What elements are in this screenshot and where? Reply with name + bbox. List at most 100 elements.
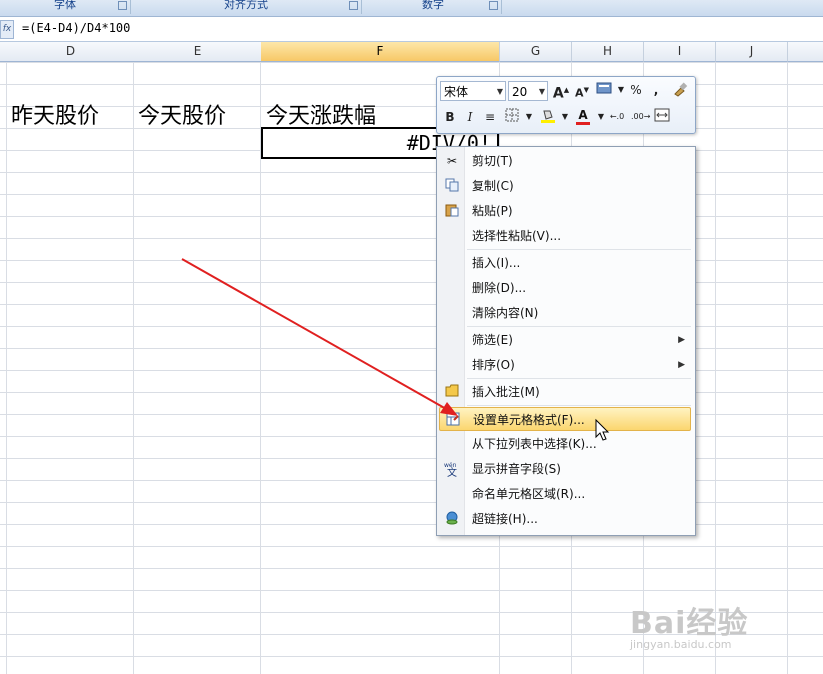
menu-item-hyperlink[interactable]: 超链接(H)... [439,507,691,531]
column-header-e[interactable]: E [134,42,262,62]
menu-item-sort-label: 排序(O) [472,358,515,372]
comment-icon [444,384,460,400]
comma-style-button[interactable]: , [647,81,665,99]
menu-item-clear-contents[interactable]: 清除内容(N) [439,301,691,325]
copy-icon [444,178,460,194]
scissors-icon: ✂ [446,154,458,168]
svg-text:文: 文 [447,466,457,477]
borders-icon[interactable] [503,108,521,126]
grid-line [133,62,134,674]
column-header-i[interactable]: I [644,42,716,62]
font-name-combo[interactable]: 宋体 ▼ [440,81,506,101]
ribbon-group-number-label: 数字 [422,0,444,11]
dialog-launcher-icon[interactable] [489,1,498,10]
dialog-launcher-icon[interactable] [118,1,127,10]
shrink-font-label: A [575,86,584,100]
font-size-value: 20 [512,85,528,99]
menu-item-show-phonetic[interactable]: wén 文 显示拼音字段(S) [439,457,691,481]
mini-toolbar: 宋体 ▼ 20 ▼ A▲ A▼ ▼ % , B I ≡ ▼ ▼ A ▼ ←.0 … [436,76,696,134]
format-painter-button[interactable] [671,81,689,99]
menu-item-copy[interactable]: 复制(C) [439,174,691,198]
ribbon-group-alignment-label: 对齐方式 [224,0,268,11]
menu-separator [467,378,691,379]
menu-item-copy-label: 复制(C) [472,179,514,193]
center-align-icon[interactable]: ≡ [481,108,499,126]
increase-decimal-button[interactable]: ←.0 [608,108,626,126]
menu-item-paste-label: 粘贴(P) [472,204,513,218]
cell-d3[interactable]: 昨天股价 [11,98,99,130]
increase-decimal-label: .0 [616,112,625,121]
baidu-watermark: Bai经验 jingyan.baidu.com [630,598,810,658]
menu-separator [467,405,691,406]
font-color-swatch [576,122,590,125]
ribbon-group-font-label: 字体 [54,0,76,11]
menu-item-insert-comment-label: 插入批注(M) [472,385,540,399]
chevron-down-icon[interactable]: ▼ [520,108,538,126]
chevron-down-icon[interactable]: ▼ [556,108,574,126]
shrink-font-button[interactable]: A▼ [573,81,591,100]
menu-item-define-name[interactable]: 命名单元格区域(R)... [439,482,691,506]
column-header-d[interactable]: D [7,42,135,62]
font-color-label: A [578,108,588,122]
bold-button[interactable]: B [441,108,459,126]
menu-item-filter-label: 筛选(E) [472,333,513,347]
grid-line [787,62,788,674]
menu-item-delete-label: 删除(D)... [472,281,527,295]
menu-item-paste-special[interactable]: 选择性粘贴(V)... [439,224,691,248]
menu-item-insert[interactable]: 插入(I)... [439,251,691,275]
fill-color-icon[interactable] [539,108,557,126]
menu-separator [467,249,691,250]
menu-item-insert-comment[interactable]: 插入批注(M) [439,380,691,404]
format-cells-icon [445,412,461,428]
menu-item-clear-contents-label: 清除内容(N) [472,306,539,320]
chevron-down-icon[interactable]: ▼ [497,82,503,102]
menu-item-filter[interactable]: 筛选(E) ▶ [439,328,691,352]
column-header-g[interactable]: G [500,42,572,62]
watermark-url: jingyan.baidu.com [630,638,732,651]
ribbon-group-number[interactable]: 数字 [365,0,502,14]
ribbon-group-font[interactable]: 字体 [0,0,131,14]
font-name-value: 宋体 [444,85,469,99]
formula-input[interactable]: =(E4-D4)/D4*100 [22,21,130,35]
cell-f3[interactable]: 今天涨跌幅 [266,98,376,130]
menu-item-cut-label: 剪切(T) [472,154,513,168]
menu-item-format-cells[interactable]: 设置单元格格式(F)... [439,407,691,431]
menu-item-hyperlink-label: 超链接(H)... [472,512,538,526]
grid-line [715,62,716,674]
merge-center-icon[interactable] [653,108,671,126]
decrease-decimal-button[interactable]: .00→ [631,108,650,126]
menu-item-define-name-label: 命名单元格区域(R)... [472,487,586,501]
ribbon-group-alignment[interactable]: 对齐方式 [131,0,362,14]
formula-bar: fx =(E4-D4)/D4*100 [0,17,823,42]
chevron-down-icon[interactable]: ▼ [539,82,545,102]
menu-item-sort[interactable]: 排序(O) ▶ [439,353,691,377]
percent-style-button[interactable]: % [627,81,645,99]
format-painter-style-icon[interactable] [595,81,613,99]
menu-item-insert-label: 插入(I)... [472,256,521,270]
grow-font-button[interactable]: A▲ [552,81,570,102]
paintbrush-icon [674,82,688,97]
fx-icon[interactable]: fx [0,20,14,39]
context-menu: ✂ 剪切(T) 复制(C) 粘贴(P) 选择性粘贴(V)... 插入(I)...… [436,146,696,536]
decrease-decimal-label: .00 [631,112,644,121]
menu-item-delete[interactable]: 删除(D)... [439,276,691,300]
column-header-h[interactable]: H [572,42,644,62]
dialog-launcher-icon[interactable] [349,1,358,10]
menu-item-format-cells-label: 设置单元格格式(F)... [473,413,585,427]
menu-separator [467,326,691,327]
menu-item-cut[interactable]: ✂ 剪切(T) [439,149,691,173]
paste-icon [444,203,460,219]
menu-item-show-phonetic-label: 显示拼音字段(S) [472,462,561,476]
column-header-j[interactable]: J [716,42,788,62]
menu-item-paste-special-label: 选择性粘贴(V)... [472,229,562,243]
hyperlink-icon [444,511,460,527]
column-header-k-partial[interactable] [788,42,823,62]
cell-e3[interactable]: 今天股价 [138,98,226,130]
menu-item-pick-from-list-label: 从下拉列表中选择(K)... [472,437,597,451]
font-size-combo[interactable]: 20 ▼ [508,81,548,101]
menu-item-pick-from-list[interactable]: 从下拉列表中选择(K)... [439,432,691,456]
italic-button[interactable]: I [461,108,479,126]
font-color-button[interactable]: A [574,106,592,125]
menu-item-paste[interactable]: 粘贴(P) [439,199,691,223]
column-header-f[interactable]: F [261,42,500,62]
